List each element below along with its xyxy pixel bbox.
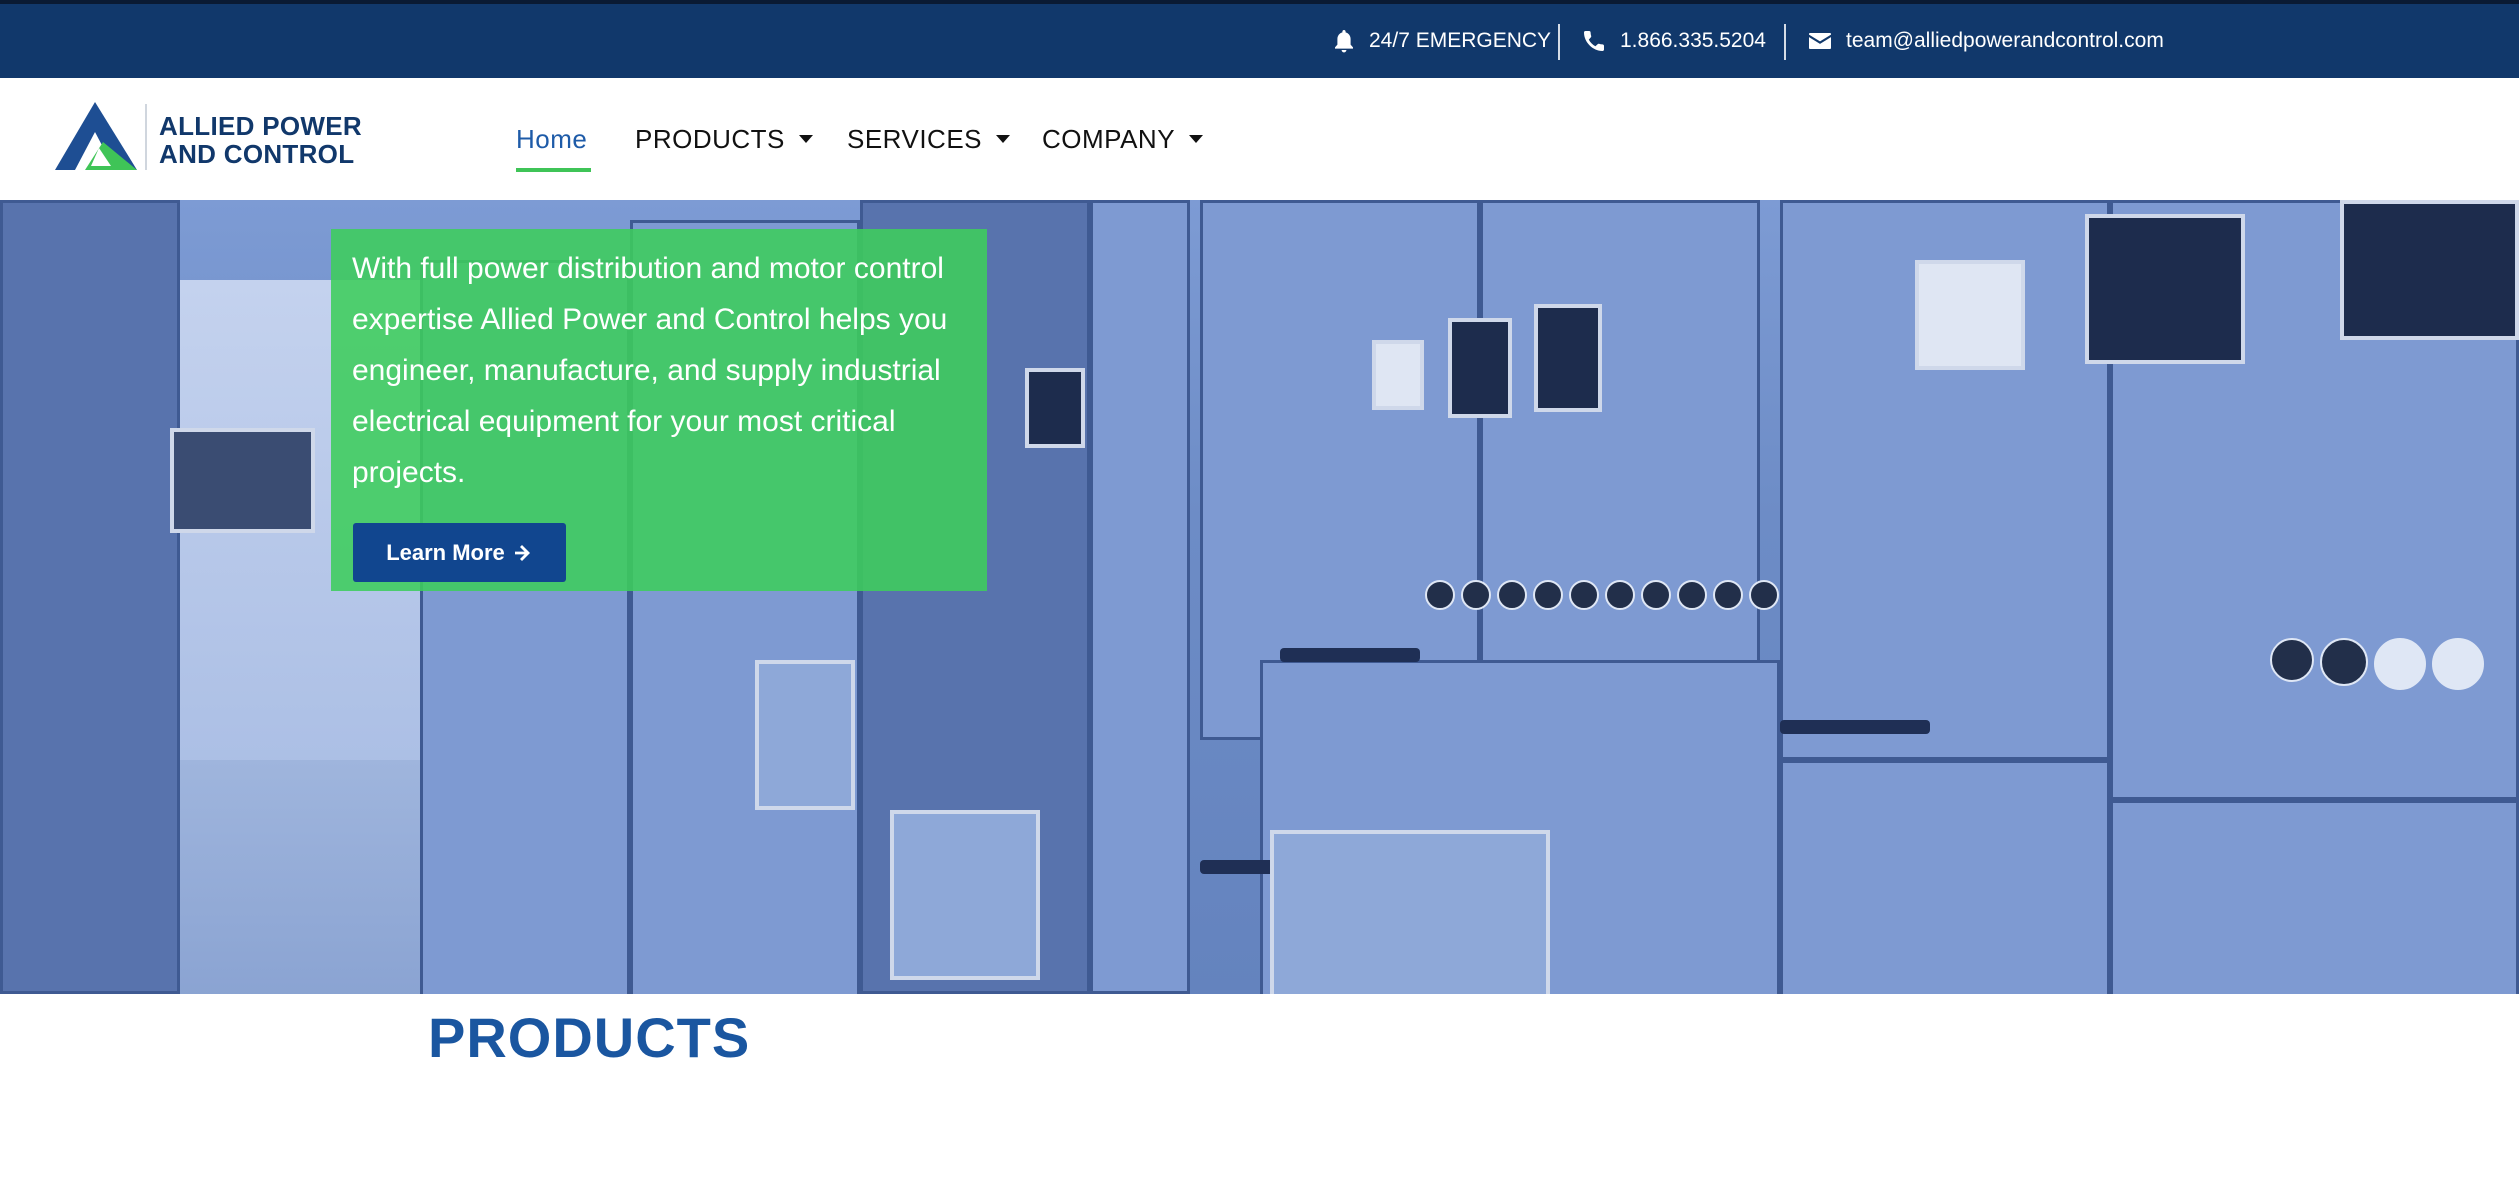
topbar-divider [1558, 24, 1560, 60]
nav-home-label: Home [516, 123, 588, 154]
arrow-right-icon [514, 544, 530, 561]
hero-callout: With full power distribution and motor c… [331, 229, 987, 591]
site-header: ALLIED POWER AND CONTROL Home PRODUCTS S… [0, 78, 2519, 200]
logo-line-1: ALLIED POWER [159, 111, 362, 141]
caret-down-icon [798, 135, 813, 143]
emergency-link[interactable]: 24/7 EMERGENCY [1333, 4, 1551, 78]
caret-down-icon [996, 135, 1011, 143]
nav-services[interactable]: SERVICES [847, 78, 1011, 200]
nav-home[interactable]: Home [516, 78, 587, 200]
top-contact-bar: 24/7 EMERGENCY 1.866.335.5204 team@allie… [0, 4, 2519, 78]
phone-number: 1.866.335.5204 [1620, 29, 1766, 52]
phone-link[interactable]: 1.866.335.5204 [1582, 4, 1766, 78]
logo-mark-icon [55, 102, 137, 170]
email-link[interactable]: team@alliedpowerandcontrol.com [1808, 4, 2164, 78]
nav-active-underline [516, 168, 591, 172]
phone-icon [1584, 31, 1604, 51]
nav-services-label: SERVICES [847, 123, 983, 154]
site-logo[interactable]: ALLIED POWER AND CONTROL [55, 98, 362, 178]
hero-banner: With full power distribution and motor c… [0, 200, 2519, 994]
envelope-icon [1809, 33, 1831, 49]
nav-products-label: PRODUCTS [635, 123, 785, 154]
learn-more-label: Learn More [386, 539, 505, 565]
nav-company-label: COMPANY [1042, 123, 1176, 154]
email-address: team@alliedpowerandcontrol.com [1846, 29, 2164, 52]
topbar-divider [1784, 24, 1786, 60]
products-section-title: PRODUCTS [428, 1006, 751, 1069]
logo-line-2: AND CONTROL [159, 139, 355, 169]
learn-more-button[interactable]: Learn More [353, 523, 566, 582]
emergency-label: 24/7 EMERGENCY [1369, 29, 1552, 52]
bell-icon [1335, 30, 1353, 53]
logo-divider [145, 104, 147, 170]
logo-wordmark: ALLIED POWER AND CONTROL [159, 112, 362, 168]
nav-company[interactable]: COMPANY [1042, 78, 1204, 200]
hero-tagline: With full power distribution and motor c… [352, 252, 948, 489]
nav-products[interactable]: PRODUCTS [635, 78, 813, 200]
caret-down-icon [1189, 135, 1204, 143]
